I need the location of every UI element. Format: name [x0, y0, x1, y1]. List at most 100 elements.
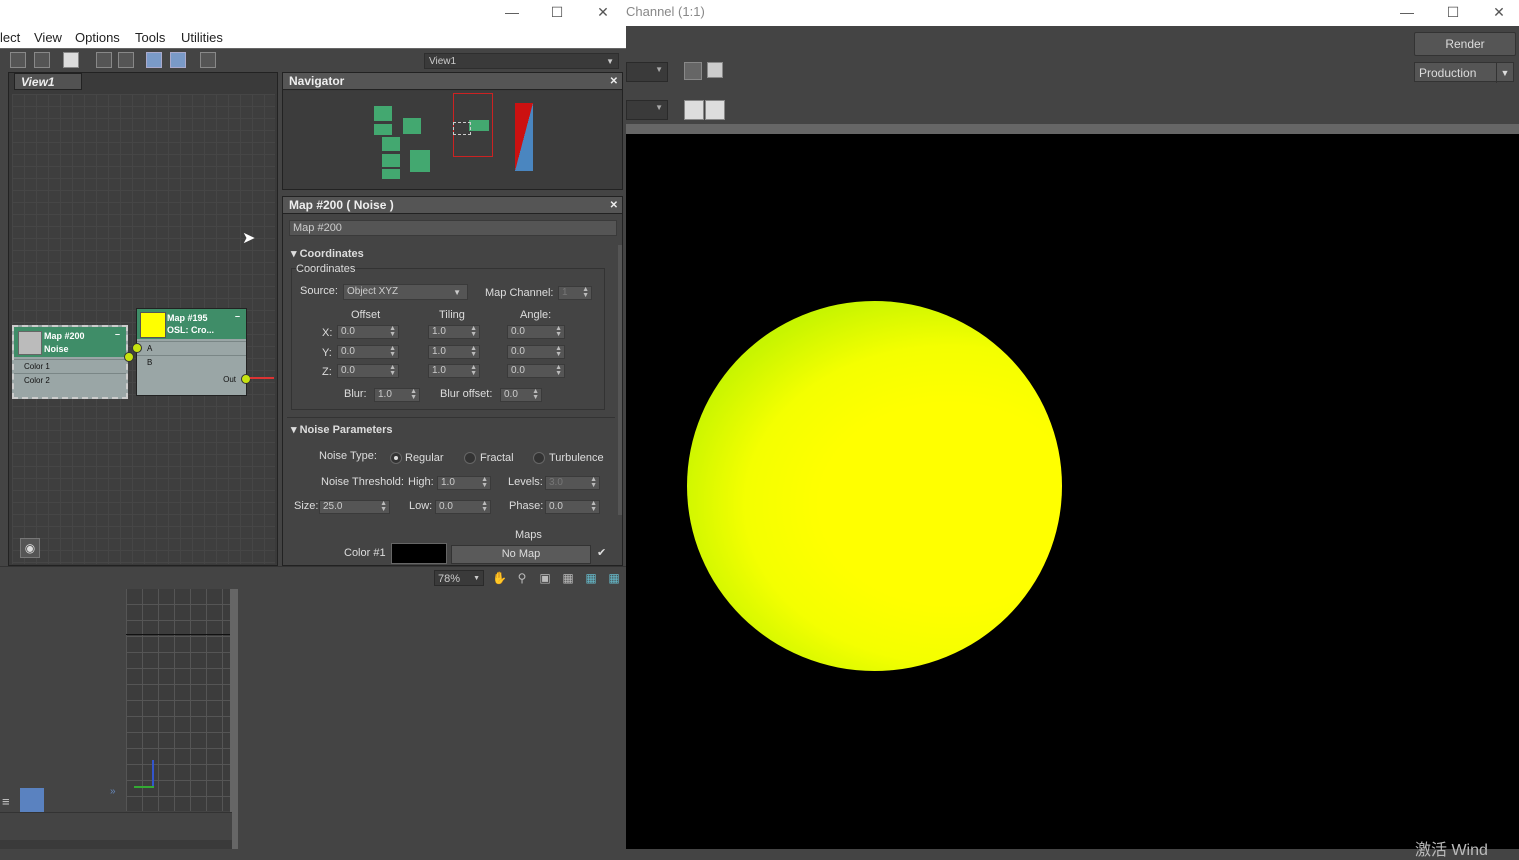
close-icon[interactable]: ✕	[1476, 0, 1519, 26]
osl-port-out[interactable]: Out	[137, 373, 246, 386]
axis-z-icon	[152, 760, 154, 786]
pan-hand-icon[interactable]: ✋	[492, 571, 507, 585]
layers-icon[interactable]: ≡	[2, 794, 16, 809]
coordinates-rollout-header[interactable]: ▾ Coordinates	[291, 247, 364, 260]
tab-view1[interactable]: View1	[14, 73, 82, 90]
menu-options[interactable]: Options	[75, 30, 120, 45]
noise-type-turbulence-label: Turbulence	[549, 452, 604, 464]
noise-map-node[interactable]: Map #200 Noise – Color 1 Color 2	[12, 325, 128, 399]
source-dropdown[interactable]: Object XYZ ▼	[343, 284, 468, 300]
viewport-combo[interactable]: ▼	[626, 100, 668, 120]
zoom-extents-selected-icon[interactable]: ▦	[584, 571, 598, 585]
minimize-icon[interactable]: —	[489, 0, 535, 26]
low-spinner[interactable]: 0.0 ▲ ▼	[435, 500, 491, 514]
render-button[interactable]: Render	[1414, 32, 1516, 56]
close-icon[interactable]: ✕	[610, 197, 618, 214]
blur-spinner[interactable]: 1.0 ▲ ▼	[374, 388, 420, 402]
offset-y-spinner[interactable]: 0.0 ▲ ▼	[337, 345, 399, 359]
noise-type-turbulence-radio[interactable]	[533, 452, 545, 464]
camera-icon[interactable]	[684, 62, 702, 80]
color1-map-checkbox[interactable]: ✔	[597, 547, 609, 559]
param-scrollbar[interactable]	[618, 245, 622, 515]
map-name-field[interactable]: Map #200	[289, 220, 617, 236]
view-selector[interactable]: View1 ▼	[424, 53, 619, 69]
production-combo[interactable]: Production ▼	[1414, 62, 1514, 83]
noise-port-color1[interactable]: Color 1	[14, 359, 126, 372]
environment-icon[interactable]	[705, 100, 725, 120]
levels-spinner: 3.0 ▲ ▼	[545, 476, 600, 490]
collapse-icon[interactable]: –	[235, 311, 240, 321]
phase-spinner[interactable]: 0.0 ▲ ▼	[545, 500, 600, 514]
map-channel-spinner: 1 ▲ ▼	[558, 286, 592, 300]
mouse-cursor-icon: ➤	[242, 230, 256, 247]
high-value: 1.0	[441, 477, 455, 488]
size-value: 25.0	[323, 501, 343, 512]
maximize-icon[interactable]: ☐	[1430, 0, 1476, 26]
noise-type-fractal-radio[interactable]	[464, 452, 476, 464]
tiling-label: Tiling	[439, 309, 465, 321]
tiling-x-spinner[interactable]: 1.0 ▲ ▼	[428, 325, 480, 339]
osl-port-b[interactable]: B	[137, 355, 246, 368]
hide-unused-icon[interactable]	[118, 52, 134, 68]
phase-label: Phase:	[509, 500, 544, 512]
offset-z-spinner[interactable]: 0.0 ▲ ▼	[337, 364, 399, 378]
osl-thumbnail	[140, 312, 166, 338]
osl-node-header[interactable]: Map #195 OSL: Cro... –	[137, 309, 246, 339]
osl-output-socket[interactable]	[241, 374, 251, 384]
osl-map-node[interactable]: Map #195 OSL: Cro... – A B Out	[136, 308, 247, 396]
maximize-icon[interactable]: ☐	[534, 0, 580, 26]
noise-parameters-rollout-header[interactable]: ▾ Noise Parameters	[291, 423, 393, 436]
viewport-divider	[230, 588, 238, 849]
angle-y-spinner[interactable]: 0.0 ▲ ▼	[507, 345, 565, 359]
zoom-combo[interactable]: 78% ▼	[434, 570, 484, 586]
noise-output-socket[interactable]	[124, 352, 134, 362]
zoom-region-icon[interactable]: ▣	[538, 571, 552, 585]
expand-icon[interactable]: »	[110, 786, 122, 798]
blur-value: 1.0	[378, 389, 392, 400]
delete-icon[interactable]	[63, 52, 79, 68]
chevron-down-icon: ▼	[473, 575, 480, 582]
scene-explorer-icon[interactable]	[20, 788, 44, 812]
offset-x-spinner[interactable]: 0.0 ▲ ▼	[337, 325, 399, 339]
angle-y-value: 0.0	[511, 346, 525, 357]
tiling-y-spinner[interactable]: 1.0 ▲ ▼	[428, 345, 480, 359]
collapse-icon[interactable]: –	[115, 329, 120, 339]
move-children-icon[interactable]	[96, 52, 112, 68]
render-area-combo[interactable]: ▼	[626, 62, 668, 82]
zoom-extents-icon[interactable]: ▦	[561, 571, 575, 585]
highlight-icon[interactable]	[200, 52, 216, 68]
high-spinner[interactable]: 1.0 ▲ ▼	[437, 476, 491, 490]
edit-region-icon[interactable]	[707, 62, 723, 78]
osl-port-a[interactable]: A	[137, 341, 246, 354]
menu-utilities[interactable]: Utilities	[181, 30, 223, 45]
close-icon[interactable]: ✕	[580, 0, 626, 26]
angle-z-spinner[interactable]: 0.0 ▲ ▼	[507, 364, 565, 378]
menu-view[interactable]: View	[34, 30, 62, 45]
blur-offset-spinner[interactable]: 0.0 ▲ ▼	[500, 388, 542, 402]
size-spinner[interactable]: 25.0 ▲ ▼	[319, 500, 390, 514]
zoom-icon[interactable]: ⚲	[515, 571, 529, 585]
binoculars-icon[interactable]: ◉	[20, 538, 40, 558]
noise-type-regular-radio[interactable]	[390, 452, 402, 464]
render-setup-icon[interactable]	[684, 100, 704, 120]
tiling-z-spinner[interactable]: 1.0 ▲ ▼	[428, 364, 480, 378]
layout-all-icon[interactable]	[146, 52, 162, 68]
osl-input-a-socket[interactable]	[132, 343, 142, 353]
sample-slot-icon[interactable]	[10, 52, 26, 68]
layout-children-icon[interactable]	[170, 52, 186, 68]
menu-select[interactable]: lect	[0, 30, 20, 45]
map-channel-value: 1	[562, 287, 568, 298]
minimize-icon[interactable]: —	[1384, 0, 1430, 26]
tiling-y-value: 1.0	[432, 346, 446, 357]
pan-to-selected-icon[interactable]: ▦	[607, 571, 621, 585]
color1-swatch[interactable]	[391, 543, 447, 564]
noise-port-color2[interactable]: Color 2	[14, 373, 126, 386]
navigator-node	[382, 137, 400, 151]
checker-icon[interactable]	[34, 52, 50, 68]
viewport-grid[interactable]	[126, 588, 230, 811]
noise-node-header[interactable]: Map #200 Noise –	[14, 327, 126, 357]
angle-x-spinner[interactable]: 0.0 ▲ ▼	[507, 325, 565, 339]
close-icon[interactable]: ✕	[610, 73, 618, 90]
color1-map-button[interactable]: No Map	[451, 545, 591, 564]
menu-tools[interactable]: Tools	[135, 30, 165, 45]
